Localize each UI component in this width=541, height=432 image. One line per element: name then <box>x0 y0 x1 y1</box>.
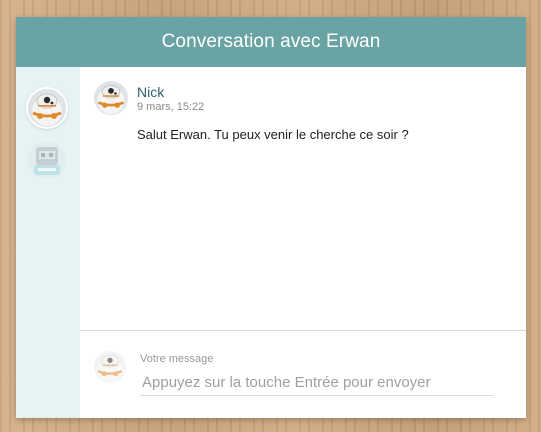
message-timestamp: 9 mars, 15:22 <box>137 101 205 113</box>
contacts-sidebar <box>16 67 80 418</box>
chat-window: Conversation avec Erwan Nick 9 mars, 15:… <box>16 17 526 418</box>
message-author: Nick <box>137 84 165 100</box>
message-composer: Votre message <box>80 330 526 418</box>
bb8-avatar-icon <box>94 81 128 115</box>
contact-avatar-nick[interactable] <box>28 89 66 127</box>
message-list: Nick 9 mars, 15:22 Salut Erwan. Tu peux … <box>80 67 526 331</box>
composer-avatar <box>94 351 126 383</box>
conversation-header: Conversation avec Erwan <box>16 17 526 67</box>
bb8-avatar-icon <box>28 89 66 127</box>
conversation-title: Conversation avec Erwan <box>161 31 381 52</box>
robot-avatar-icon <box>28 141 66 179</box>
contact-avatar-erwan[interactable] <box>28 141 66 179</box>
message-input[interactable] <box>140 369 494 396</box>
message-text: Salut Erwan. Tu peux venir le cherche ce… <box>137 127 409 142</box>
message-author-avatar <box>94 81 128 115</box>
message-input-label: Votre message <box>140 353 214 365</box>
bb8-avatar-icon <box>94 351 126 383</box>
